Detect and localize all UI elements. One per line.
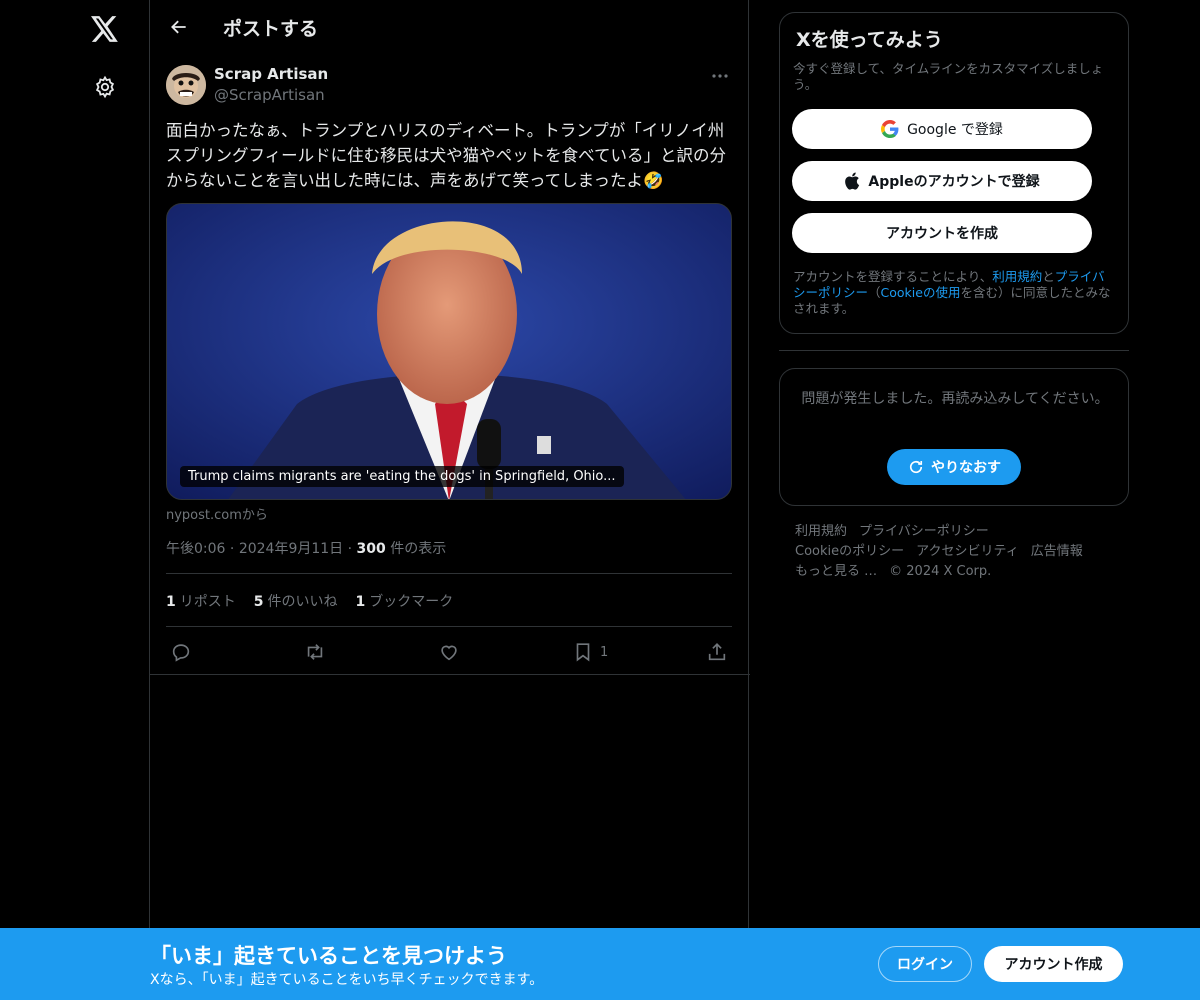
author-handle[interactable]: @ScrapArtisan bbox=[214, 86, 325, 104]
post-text: 面白かったなぁ、トランプとハリスのディベート。トランプが「イリノイ州スプリングフ… bbox=[166, 121, 727, 190]
share-button[interactable] bbox=[706, 638, 728, 666]
share-icon bbox=[708, 643, 726, 661]
bookmark-button[interactable]: 1 bbox=[572, 638, 608, 666]
likes-label: 件のいいね bbox=[267, 594, 338, 610]
bookmark-icon bbox=[576, 643, 590, 662]
reposts-label: リポスト bbox=[179, 594, 236, 610]
media-source[interactable]: nypost.comから bbox=[166, 504, 268, 523]
post-date[interactable]: 2024年9月11日 bbox=[239, 541, 343, 557]
signup-title: Xを使ってみよう bbox=[796, 29, 943, 51]
views-count: 300 bbox=[356, 541, 386, 557]
bottom-signup-bar: 「いま」起きていることを見つけよう Xなら、「いま」起きていることをいち早くチェ… bbox=[0, 928, 1200, 1000]
header: ポストする bbox=[150, 0, 750, 54]
create-account-button[interactable]: アカウントを作成 bbox=[792, 213, 1092, 253]
like-icon bbox=[441, 645, 457, 661]
author-name[interactable]: Scrap Artisan bbox=[214, 65, 328, 83]
views-label: 件の表示 bbox=[390, 541, 447, 557]
page-title: ポストする bbox=[223, 18, 319, 40]
apple-signup-label: Appleのアカウントで登録 bbox=[868, 174, 1040, 190]
create-account-label: アカウントを作成 bbox=[886, 226, 998, 242]
post-meta: 午後0:06 · 2024年9月11日 · 300 件の表示 bbox=[166, 538, 446, 558]
legal-text: アカウントを登録することにより、利用規約とプライバシーポリシー（Cookieの使… bbox=[793, 269, 1115, 317]
legal-open: （ bbox=[868, 285, 881, 300]
bookmark-count: 1 bbox=[600, 644, 609, 660]
repost-button[interactable] bbox=[304, 638, 326, 666]
bookmarks-label: ブックマーク bbox=[369, 594, 454, 610]
like-button[interactable] bbox=[438, 638, 460, 666]
refresh-icon bbox=[909, 460, 923, 474]
reply-icon bbox=[172, 644, 190, 662]
retry-label: やりなおす bbox=[931, 460, 1001, 476]
left-rail bbox=[0, 0, 150, 1000]
reposts-count: 1 bbox=[166, 594, 176, 610]
google-signup-button[interactable]: Google で登録 bbox=[792, 109, 1092, 149]
footer-link-more[interactable]: もっと見る … bbox=[795, 564, 877, 579]
meta-dot: · bbox=[229, 541, 239, 557]
apple-icon bbox=[845, 172, 860, 190]
post-actions: 1 bbox=[166, 638, 732, 666]
footer-link-terms[interactable]: 利用規約 bbox=[795, 524, 847, 539]
bottom-bar-subtitle: Xなら、「いま」起きていることをいち早くチェックできます。 bbox=[150, 972, 544, 988]
footer-link-accessibility[interactable]: アクセシビリティ bbox=[916, 544, 1019, 559]
x-logo-icon[interactable] bbox=[88, 12, 122, 46]
legal-and: と bbox=[1042, 269, 1055, 284]
login-button[interactable]: ログイン bbox=[878, 946, 972, 982]
post-time[interactable]: 午後0:06 bbox=[166, 541, 225, 557]
legal-prefix: アカウントを登録することにより、 bbox=[793, 269, 993, 284]
reply-button[interactable] bbox=[170, 638, 192, 666]
media-caption: Trump claims migrants are 'eating the do… bbox=[180, 466, 624, 487]
bottom-bar-title: 「いま」起きていることを見つけよう bbox=[150, 944, 507, 968]
google-icon bbox=[881, 120, 899, 138]
likes-stat[interactable]: 5 件のいいね bbox=[254, 591, 338, 611]
signup-card: Xを使ってみよう 今すぐ登録して、タイムラインをカスタマイズしましょう。 Goo… bbox=[779, 12, 1129, 334]
back-button[interactable] bbox=[164, 12, 194, 42]
error-card: 問題が発生しました。再読み込みしてください。 やりなおす bbox=[779, 368, 1129, 506]
avatar[interactable] bbox=[166, 65, 206, 105]
terms-link[interactable]: 利用規約 bbox=[992, 269, 1042, 284]
main-column: ポストする Scrap Artisan @ScrapArtisan 面白かったな… bbox=[149, 0, 750, 1000]
error-message: 問題が発生しました。再読み込みしてください。 bbox=[801, 391, 1109, 407]
apple-signup-button[interactable]: Appleのアカウントで登録 bbox=[792, 161, 1092, 201]
post-stats: 1 リポスト 5 件のいいね 1 ブックマーク bbox=[166, 591, 453, 611]
signup-subtitle: 今すぐ登録して、タイムラインをカスタマイズしましょう。 bbox=[793, 61, 1104, 92]
google-signup-label: Google で登録 bbox=[907, 122, 1003, 138]
bottom-create-account-button[interactable]: アカウント作成 bbox=[984, 946, 1123, 982]
media-image bbox=[167, 204, 731, 499]
repost-icon bbox=[307, 644, 323, 660]
footer-link-cookie[interactable]: Cookieのポリシー bbox=[795, 544, 904, 559]
footer-link-privacy[interactable]: プライバシーポリシー bbox=[859, 524, 989, 539]
likes-count: 5 bbox=[253, 594, 264, 610]
divider bbox=[166, 573, 732, 574]
footer-copyright: © 2024 X Corp. bbox=[889, 564, 992, 579]
gear-icon[interactable] bbox=[90, 72, 120, 102]
divider bbox=[779, 350, 1129, 351]
divider bbox=[166, 626, 732, 627]
reposts-stat[interactable]: 1 リポスト bbox=[166, 591, 236, 611]
footer-links: 利用規約 プライバシーポリシー Cookieのポリシー アクセシビリティ 広告情報 も… bbox=[795, 522, 1115, 582]
post-author: Scrap Artisan @ScrapArtisan bbox=[166, 64, 734, 108]
divider bbox=[150, 674, 750, 675]
meta-dot: · bbox=[347, 541, 357, 557]
more-icon[interactable] bbox=[706, 66, 734, 86]
bookmarks-stat[interactable]: 1 ブックマーク bbox=[356, 591, 454, 611]
bookmarks-count: 1 bbox=[355, 594, 366, 610]
back-arrow-icon bbox=[171, 20, 186, 34]
footer-link-ads[interactable]: 広告情報 bbox=[1031, 544, 1083, 559]
cookie-link[interactable]: Cookieの使用 bbox=[881, 285, 961, 300]
retry-button[interactable]: やりなおす bbox=[887, 449, 1021, 485]
media-card[interactable]: Trump claims migrants are 'eating the do… bbox=[166, 203, 732, 500]
